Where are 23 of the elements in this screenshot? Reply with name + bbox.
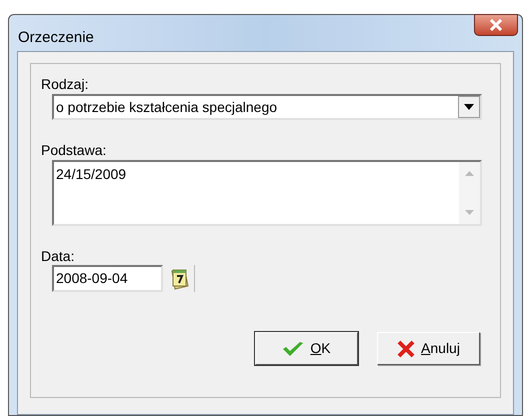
field-label: Data: <box>41 248 74 264</box>
field-label: Podstawa: <box>41 142 106 158</box>
ok-button[interactable]: OK <box>255 332 358 365</box>
window-title: Orzeczenie <box>18 28 94 48</box>
calendar-icon <box>170 268 190 290</box>
scroll-up-icon <box>465 171 474 176</box>
cancel-button[interactable]: Anuluj <box>377 332 480 365</box>
checkmark-icon <box>282 340 304 356</box>
cross-icon <box>397 340 416 358</box>
close-button[interactable] <box>474 14 518 36</box>
scroll-down-icon <box>465 210 474 215</box>
field-label: Rodzaj: <box>41 76 88 92</box>
date-field[interactable]: 2008-09-04 <box>52 265 163 292</box>
dropdown-value: o potrzebie kształcenia specjalnego <box>55 98 278 117</box>
scrollbar[interactable] <box>459 162 480 224</box>
date-value: 2008-09-04 <box>55 269 128 288</box>
close-icon <box>489 19 503 31</box>
dropdown-arrow-button[interactable] <box>458 96 480 118</box>
caret-icon <box>464 104 474 110</box>
type-dropdown[interactable]: o potrzebie kształcenia specjalnego <box>52 94 482 120</box>
text-area[interactable]: 24/15/2009 <box>52 160 482 226</box>
text-area-value: 24/15/2009 <box>55 165 126 184</box>
calendar-button[interactable] <box>170 265 195 292</box>
